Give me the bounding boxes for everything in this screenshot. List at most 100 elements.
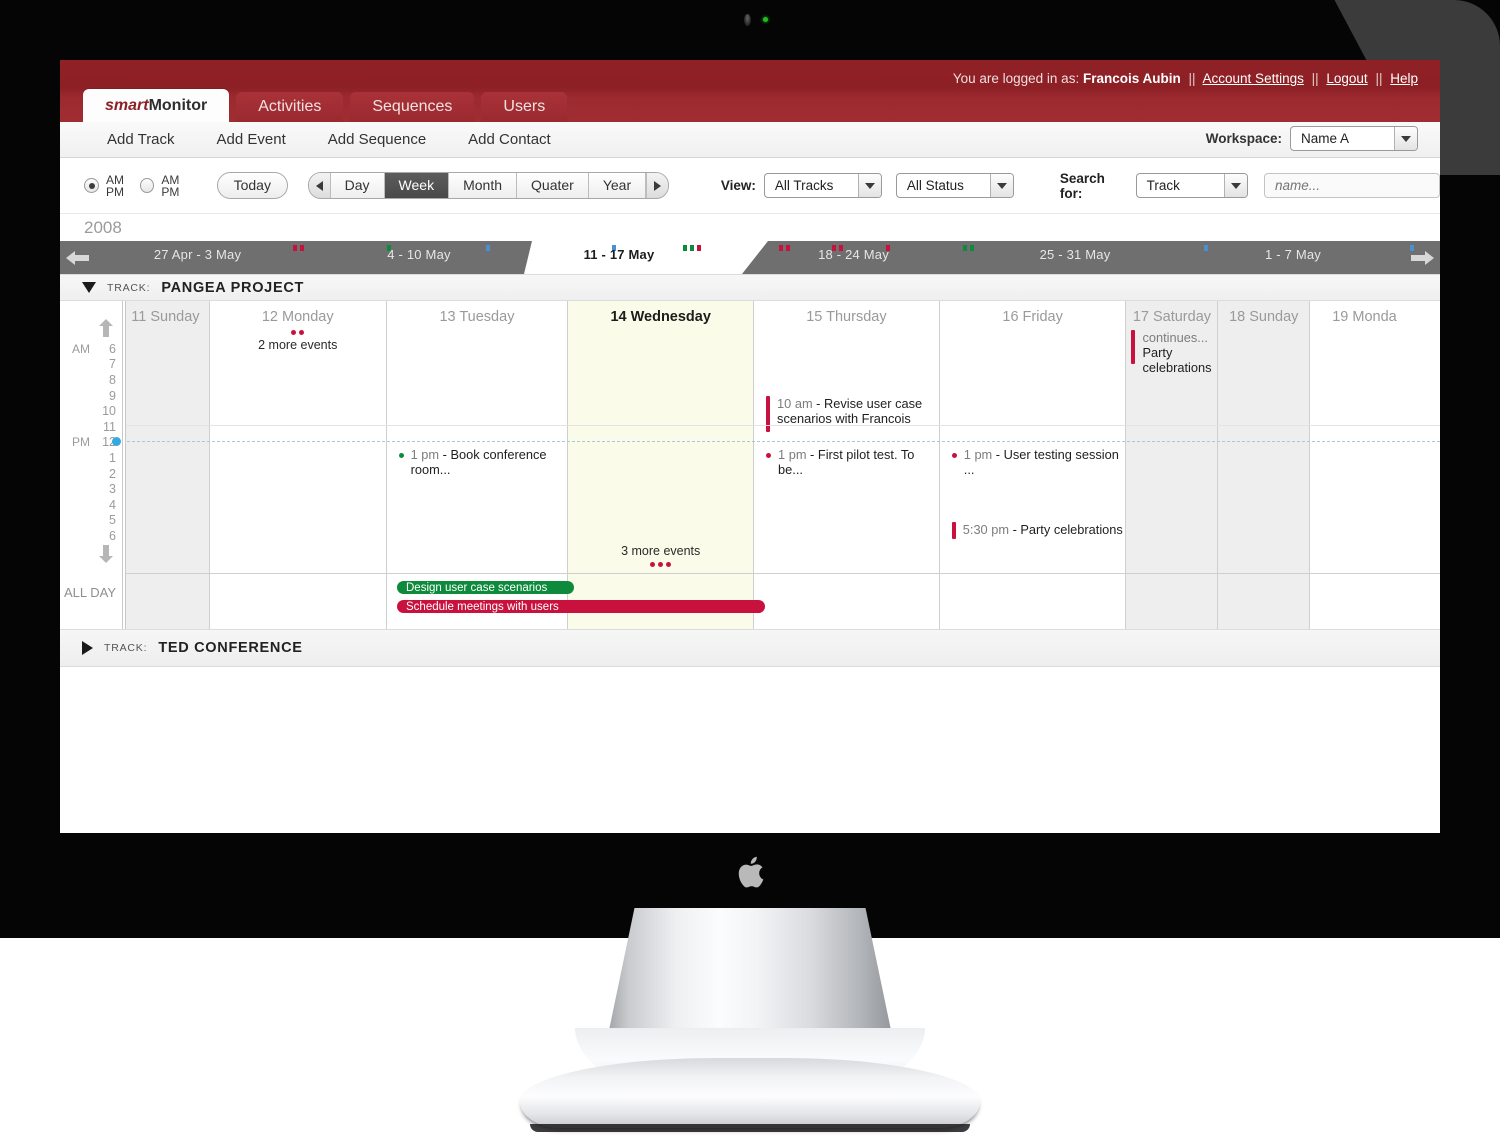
hour-7: 7 [109, 357, 116, 372]
event-dot-icon-red-fri [951, 453, 957, 458]
tab-activities[interactable]: Activities [236, 92, 344, 122]
chevron-down-icon-search [1224, 174, 1247, 197]
event-time-10am-thu: 10 am [777, 396, 813, 411]
day-column-14-wednesday[interactable]: 14 Wednesday 3 more events [568, 301, 755, 629]
logout-link[interactable]: Logout [1326, 71, 1367, 86]
day-column-11-sunday[interactable]: 11 Sunday [122, 301, 210, 629]
workspace-select[interactable]: Name A [1290, 126, 1418, 151]
event-party-celebrations-friday[interactable]: 5:30 pm - Party celebrations [951, 522, 1124, 539]
account-settings-link[interactable]: Account Settings [1203, 71, 1304, 86]
webcam-led-icon [763, 17, 768, 22]
logged-in-user: Francois Aubin [1082, 71, 1181, 86]
more-events-monday[interactable]: 2 more events [210, 330, 386, 352]
week-item-4[interactable]: 25 - 31 May [968, 241, 1209, 274]
event-book-conference-room[interactable]: 1 pm - Book conference room... [398, 447, 567, 477]
workspace-value: Name A [1301, 131, 1350, 146]
tab-users[interactable]: Users [481, 92, 568, 122]
help-link[interactable]: Help [1390, 71, 1418, 86]
event-text-book-conference: 1 pm - Book conference room... [410, 447, 547, 477]
week-label-2: 11 - 17 May [583, 247, 655, 262]
hour-6pm: 6 [109, 528, 116, 543]
tab-sequences[interactable]: Sequences [350, 92, 475, 122]
add-track-link[interactable]: Add Track [86, 131, 196, 148]
range-quater[interactable]: Quater [517, 173, 589, 198]
empty-content-area [60, 667, 1440, 833]
day-column-13-tuesday[interactable]: 13 Tuesday 1 pm - Book conference room..… [387, 301, 569, 629]
day-column-19-monday[interactable]: 19 Monda [1310, 301, 1440, 629]
allday-event-schedule-meetings[interactable]: Schedule meetings with users [397, 600, 765, 613]
week-ticks-2 [682, 245, 701, 251]
search-label: Search for: [1059, 170, 1105, 201]
track-header-ted[interactable]: TRACK: TED CONFERENCE [60, 629, 1440, 667]
search-type-select[interactable]: Track [1135, 173, 1248, 198]
range-next-button[interactable] [646, 173, 668, 198]
week-item-0[interactable]: 27 Apr - 3 May [96, 241, 392, 274]
year-label: 2008 [84, 217, 122, 237]
calendar-grid: AM 6 7 8 9 10 11 PM 12 1 2 3 4 5 6 ALL D… [60, 301, 1440, 629]
event-first-pilot-test[interactable]: 1 pm - First pilot test. To be... [766, 447, 934, 477]
search-type-value: Track [1146, 178, 1180, 193]
view-status-select[interactable]: All Status [895, 173, 1014, 198]
time-axis-gutter [122, 301, 126, 629]
radio-am-line: AM [106, 172, 124, 187]
chevron-right-icon-track2[interactable] [82, 641, 93, 655]
timeline-prev-button[interactable] [60, 241, 96, 274]
day-label-16-friday: 16 Friday [1002, 309, 1063, 325]
today-button[interactable]: Today [216, 172, 288, 199]
hour-row-2pm: 2 [60, 466, 116, 482]
allday-event-design-user-case[interactable]: Design user case scenarios [397, 581, 574, 594]
range-week[interactable]: Week [384, 173, 450, 198]
tab-smartmonitor[interactable]: smartMonitor [83, 89, 230, 122]
range-prev-button[interactable] [308, 173, 331, 198]
day-column-17-saturday[interactable]: 17 Saturday continues... Party celebrati… [1126, 301, 1219, 629]
week-ticks-2b [779, 245, 791, 251]
hour-row-6am: AM 6 [60, 341, 116, 357]
track-header-pangea[interactable]: TRACK: PANGEA PROJECT [60, 274, 1440, 301]
noon-marker-icon [112, 437, 121, 446]
event-time-1pm-tue: 1 pm [410, 447, 440, 462]
radio-ampm-inline-label: AM PM [161, 172, 180, 199]
day-column-15-thursday[interactable]: 15 Thursday 10 am - Revise user case sce… [754, 301, 940, 629]
add-sequence-link[interactable]: Add Sequence [307, 131, 447, 148]
week-item-2[interactable]: 11 - 17 May [532, 241, 891, 274]
scroll-up-icon[interactable] [98, 319, 114, 337]
week-ticks-0 [293, 245, 305, 251]
week-navigator: 27 Apr - 3 May 4 - 10 May 11 - 17 May 18… [60, 241, 1440, 274]
day-column-16-friday[interactable]: 16 Friday 1 pm - User testing session ..… [940, 301, 1127, 629]
screenshot-root: You are logged in as: Francois Aubin || … [0, 0, 1500, 1143]
track-prefix-1: TRACK: [107, 281, 151, 294]
brand-monitor: Monitor [148, 97, 208, 114]
view-tracks-select[interactable]: All Tracks [763, 173, 882, 198]
range-year[interactable]: Year [588, 173, 647, 198]
view-label: View: [720, 178, 756, 193]
hour-10: 10 [102, 404, 116, 419]
week-ticks-4 [1204, 245, 1209, 251]
radio-ampm-stacked[interactable]: AM PM [84, 174, 124, 198]
week-item-1[interactable]: 4 - 10 May [314, 241, 616, 274]
radio-ampm-inline[interactable]: AM PM [140, 174, 199, 198]
range-day[interactable]: Day [330, 173, 385, 198]
view-filter-group: View: All Tracks All Status [721, 173, 1014, 198]
day-column-12-monday[interactable]: 12 Monday 2 more events [210, 301, 387, 629]
chevron-down-icon-track1[interactable] [82, 282, 96, 293]
logged-in-prefix: You are logged in as: [952, 71, 1080, 86]
more-events-dots-monday [210, 330, 386, 335]
event-user-testing-session[interactable]: 1 pm - User testing session ... [951, 447, 1124, 477]
week-item-5[interactable]: 1 - 7 May [1186, 241, 1415, 274]
week-ticks-1 [485, 245, 490, 251]
scroll-down-icon[interactable] [98, 545, 114, 563]
view-tracks-value: All Tracks [774, 178, 834, 193]
add-event-link[interactable]: Add Event [196, 131, 307, 148]
add-contact-link[interactable]: Add Contact [447, 131, 572, 148]
event-title-party-sat: Party celebrations [1142, 345, 1212, 375]
track-prefix-2: TRACK: [104, 642, 148, 654]
more-events-wednesday[interactable]: 3 more events [568, 544, 753, 570]
separator-3: || [1375, 71, 1383, 86]
meridiem-pm: PM [72, 435, 90, 450]
range-month[interactable]: Month [449, 173, 518, 198]
hour-2pm: 2 [109, 466, 116, 481]
day-column-18-sunday[interactable]: 18 Sunday [1218, 301, 1311, 629]
search-input[interactable] [1264, 173, 1440, 198]
chevron-down-icon [1394, 127, 1417, 150]
event-revise-user-case[interactable]: 10 am - Revise user case scenarios with … [766, 396, 932, 432]
